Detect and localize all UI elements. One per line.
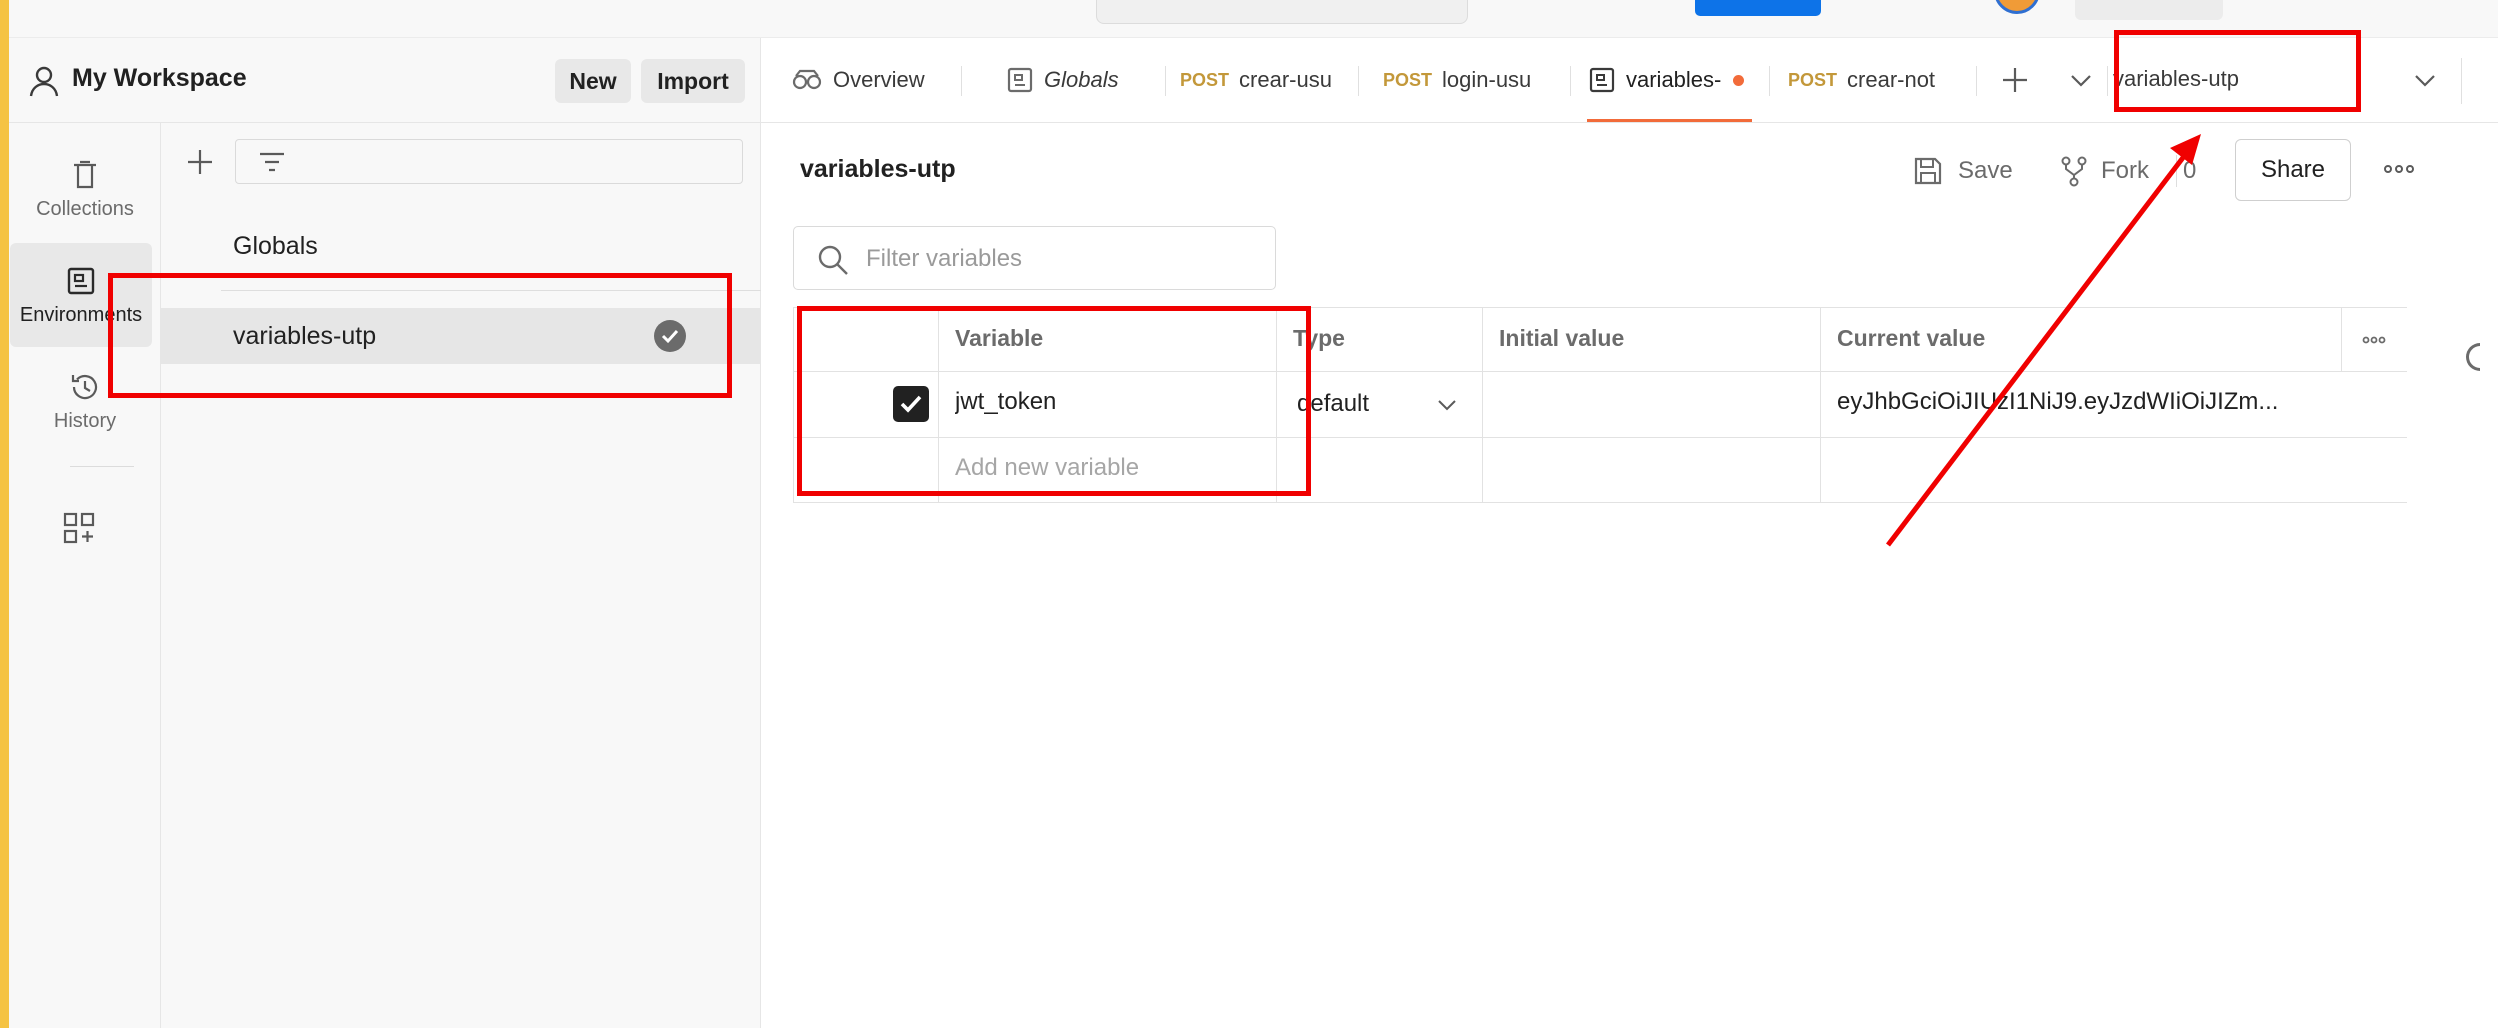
annotation-arrow — [1886, 134, 2201, 547]
